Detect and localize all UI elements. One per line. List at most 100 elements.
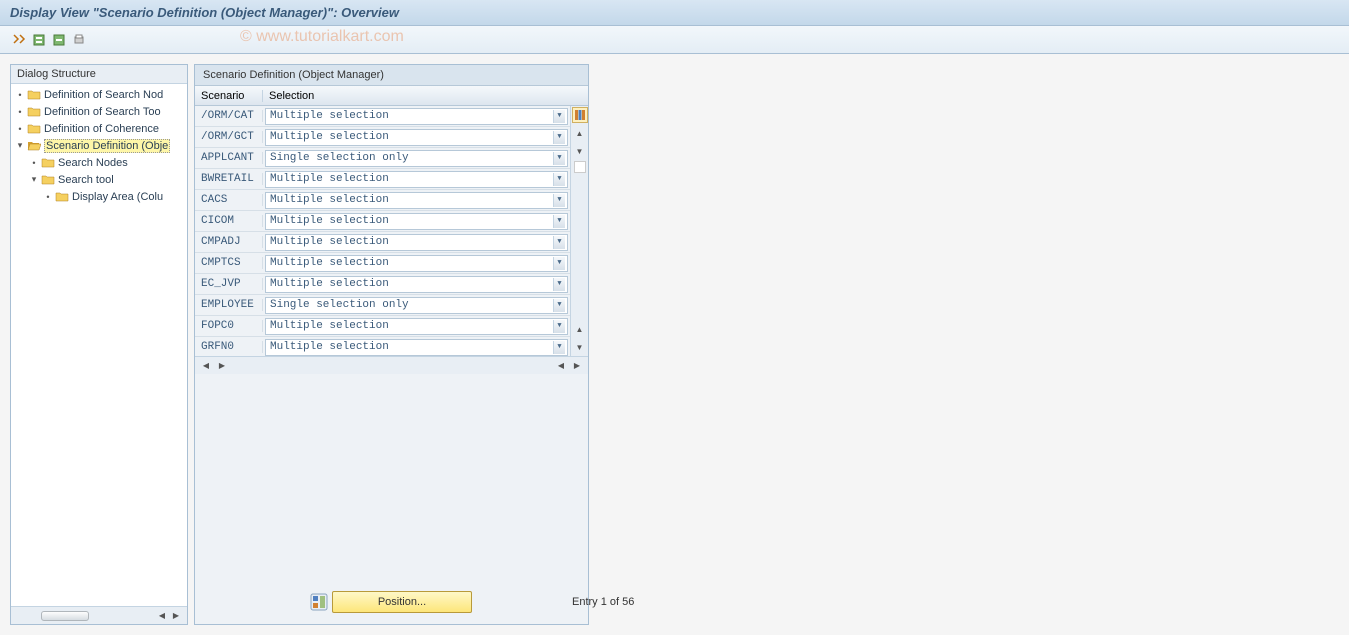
tree-node[interactable]: • Display Area (Colu [11,188,187,205]
tree-node[interactable]: •Definition of Search Nod [11,86,187,103]
folder-icon [41,174,55,186]
table-row: FOPC0 Multiple selection ▼ [195,316,570,337]
chevron-down-icon[interactable]: ▼ [553,341,565,354]
tree-node[interactable]: ▾ Search tool [11,171,187,188]
grid-horizontal-scrollbar[interactable]: ◀ ▶ ◀ ▶ [195,356,588,374]
scenario-cell[interactable]: /ORM/GCT [195,131,263,143]
selection-cell: Multiple selection▼ [263,339,570,356]
collapse-all-icon[interactable] [50,31,68,49]
scenario-cell[interactable]: CICOM [195,215,263,227]
configure-columns-icon[interactable] [572,107,588,123]
position-button[interactable]: Position... [332,591,472,613]
expand-icon[interactable]: • [15,90,25,100]
scenario-cell[interactable]: EMPLOYEE [195,299,263,311]
selection-cell: Multiple selection▼ [263,255,570,272]
tree-node-label: Search tool [58,174,114,186]
sidebar-title: Dialog Structure [11,65,187,84]
selection-dropdown[interactable]: Multiple selection ▼ [265,108,568,125]
expand-icon[interactable]: • [15,124,25,134]
position-button-label: Position... [378,596,426,608]
tree-node-label: Display Area (Colu [72,191,163,203]
scenario-cell[interactable]: FOPC0 [195,320,263,332]
tree-node-label: Definition of Coherence [44,123,159,135]
tree-node[interactable]: • Search Nodes [11,154,187,171]
column-header-scenario[interactable]: Scenario [195,90,263,102]
bottom-bar: Position... Entry 1 of 56 [310,591,634,613]
scenario-cell[interactable]: /ORM/CAT [195,110,263,122]
scrollbar-track[interactable] [571,174,588,320]
scenario-definition-grid: Scenario Definition (Object Manager) Sce… [194,64,589,625]
scenario-cell[interactable]: GRFN0 [195,341,263,353]
scroll-first-icon[interactable]: ◀ [199,359,213,373]
selection-dropdown[interactable]: Multiple selection▼ [265,255,568,272]
chevron-down-icon[interactable]: ▼ [553,173,565,186]
column-header-selection[interactable]: Selection [263,90,588,102]
scenario-cell[interactable]: CMPADJ [195,236,263,248]
tree-node[interactable]: ▾Scenario Definition (Obje [11,137,187,154]
selection-value: Single selection only [270,299,409,311]
selection-dropdown[interactable]: Multiple selection▼ [265,129,568,146]
grid-vertical-scrollbar[interactable]: ▲ ▼ ▲ ▼ [570,106,588,356]
table-row: CICOMMultiple selection▼ [195,211,570,232]
selection-dropdown[interactable]: Multiple selection▼ [265,339,568,356]
chevron-down-icon[interactable]: ▼ [553,131,565,144]
collapse-icon[interactable]: ▾ [15,141,25,151]
scrollbar-thumb[interactable] [41,611,89,621]
folder-open-icon [27,140,41,152]
scroll-up-bottom-icon[interactable]: ▲ [572,321,588,337]
scenario-cell[interactable]: BWRETAIL [195,173,263,185]
scroll-right-grid-icon[interactable]: ◀ [554,359,568,373]
chevron-down-icon[interactable]: ▼ [553,194,565,207]
sidebar-horizontal-scrollbar[interactable]: ◀ ▶ [11,606,187,624]
selection-dropdown[interactable]: Multiple selection▼ [265,192,568,209]
chevron-down-icon[interactable]: ▼ [553,320,565,333]
scroll-left-grid-icon[interactable]: ▶ [215,359,229,373]
scenario-cell[interactable]: APPLCANT [195,152,263,164]
scenario-cell[interactable]: CACS [195,194,263,206]
tree-node-label: Search Nodes [58,157,128,169]
selection-dropdown[interactable]: Multiple selection▼ [265,213,568,230]
folder-icon [27,106,41,118]
selection-dropdown[interactable]: Multiple selection ▼ [265,318,568,335]
chevron-down-icon[interactable]: ▼ [553,299,565,312]
folder-icon [27,89,41,101]
selection-value: Multiple selection [270,110,389,122]
expand-all-icon[interactable] [30,31,48,49]
expand-icon[interactable]: • [43,192,53,202]
chevron-down-icon[interactable]: ▼ [553,257,565,270]
collapse-icon[interactable]: ▾ [29,175,39,185]
expand-icon[interactable]: • [29,158,39,168]
scroll-up-icon[interactable]: ▲ [572,125,588,141]
toolbar: © www.tutorialkart.com [0,26,1349,54]
scroll-left-icon[interactable]: ◀ [155,609,169,623]
selection-value: Multiple selection [270,320,389,332]
table-row: GRFN0Multiple selection▼ [195,337,570,356]
watermark-text: © www.tutorialkart.com [240,28,404,46]
chevron-down-icon[interactable]: ▼ [553,110,565,123]
scroll-marker-icon[interactable] [574,161,586,173]
chevron-down-icon[interactable]: ▼ [553,236,565,249]
selection-value: Multiple selection [270,278,389,290]
dialog-structure-tree[interactable]: •Definition of Search Nod•Definition of … [11,84,187,606]
scroll-down-step-icon[interactable]: ▼ [572,143,588,159]
chevron-down-icon[interactable]: ▼ [553,215,565,228]
chevron-down-icon[interactable]: ▼ [553,278,565,291]
selection-dropdown[interactable]: Multiple selection ▼ [265,276,568,293]
tree-node[interactable]: • Definition of Coherence [11,120,187,137]
scenario-cell[interactable]: EC_JVP [195,278,263,290]
chevron-down-icon[interactable]: ▼ [553,152,565,165]
scroll-last-icon[interactable]: ▶ [570,359,584,373]
selection-cell: Multiple selection ▼ [263,108,570,125]
scenario-cell[interactable]: CMPTCS [195,257,263,269]
expand-icon[interactable]: • [15,107,25,117]
selection-dropdown[interactable]: Multiple selection▼ [265,171,568,188]
selection-dropdown[interactable]: Multiple selection▼ [265,234,568,251]
selection-dropdown[interactable]: Single selection only ▼ [265,297,568,314]
tree-node[interactable]: •Definition of Search Too [11,103,187,120]
scroll-right-icon[interactable]: ▶ [169,609,183,623]
selection-dropdown[interactable]: Single selection only▼ [265,150,568,167]
selection-cell: Single selection only ▼ [263,297,570,314]
toggle-display-icon[interactable] [10,31,28,49]
print-icon[interactable] [70,31,88,49]
scroll-down-icon[interactable]: ▼ [572,339,588,355]
